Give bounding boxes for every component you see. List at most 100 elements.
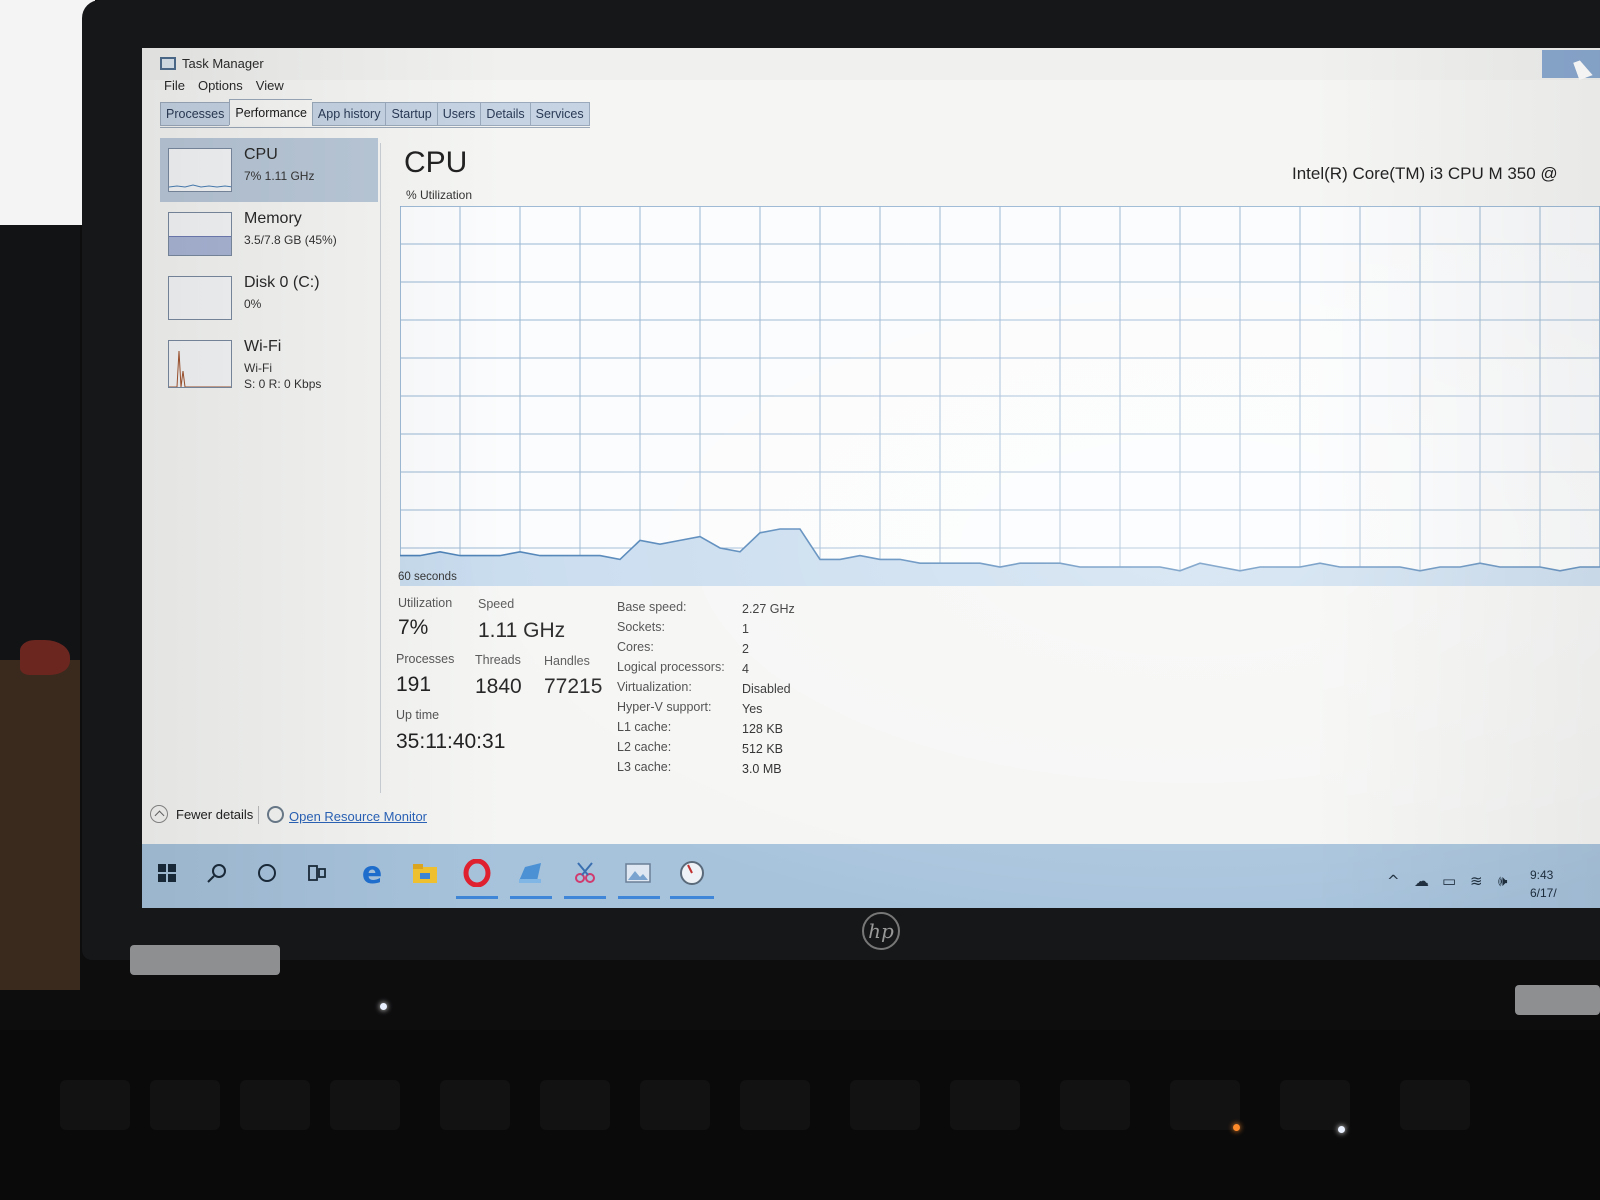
tab-services[interactable]: Services	[529, 102, 590, 126]
sidebar-wifi-label: Wi-Fi	[244, 338, 282, 355]
spec-value: 2	[742, 642, 749, 656]
keyboard-key	[740, 1080, 810, 1130]
spec-label: Logical processors:	[617, 660, 725, 674]
sidebar-memory-detail: 3.5/7.8 GB (45%)	[244, 233, 337, 247]
handles-label: Handles	[544, 654, 590, 668]
sidebar-disk-label: Disk 0 (C:)	[244, 274, 320, 291]
clock-date: 6/17/	[1530, 886, 1557, 900]
handles-value: 77215	[544, 675, 603, 698]
utilization-label: Utilization	[398, 596, 453, 610]
wifi-icon[interactable]: ≋	[1470, 872, 1483, 890]
keyboard-key	[330, 1080, 400, 1130]
menu-view[interactable]: View	[256, 78, 284, 98]
sidebar-wifi-throughput: S: 0 R: 0 Kbps	[244, 377, 322, 391]
fewer-details-button[interactable]: Fewer details	[176, 807, 253, 822]
sidebar-wifi-detail: Wi-Fi S: 0 R: 0 Kbps	[244, 360, 321, 392]
spec-value: 3.0 MB	[742, 762, 782, 776]
task-manager-icon[interactable]	[677, 858, 707, 888]
clock-time: 9:43	[1530, 868, 1554, 882]
cpu-model-name: Intel(R) Core(TM) i3 CPU M 350 @	[1292, 164, 1558, 183]
onedrive-cloud-icon[interactable]: ☁	[1414, 872, 1429, 890]
cpu-thumbnail-graph	[168, 148, 232, 192]
keyboard-key	[150, 1080, 220, 1130]
processes-value: 191	[396, 673, 432, 696]
windows-start-icon[interactable]	[152, 858, 182, 888]
page-title: CPU	[404, 146, 468, 179]
tab-performance[interactable]: Performance	[229, 99, 312, 125]
spec-label: Virtualization:	[617, 680, 692, 694]
sidebar-wifi-adapter: Wi-Fi	[244, 361, 272, 375]
keyboard-key	[1170, 1080, 1240, 1130]
task-manager-active-indicator	[670, 896, 714, 899]
processes-label: Processes	[396, 652, 455, 666]
tab-details[interactable]: Details	[480, 102, 530, 126]
sidebar-item-memory[interactable]: Memory 3.5/7.8 GB (45%)	[160, 202, 378, 266]
spec-label: L3 cache:	[617, 760, 672, 774]
spec-value: 1	[742, 622, 749, 636]
opera-icon[interactable]	[462, 858, 492, 888]
task-view-icon[interactable]	[302, 858, 332, 888]
laptop-hinge-right	[1515, 985, 1600, 1015]
spec-label: Hyper-V support:	[617, 700, 712, 714]
app-icon[interactable]	[515, 858, 545, 888]
keyboard-key	[1280, 1080, 1350, 1130]
sidebar-cpu-label: CPU	[244, 146, 278, 163]
close-button[interactable]	[1542, 50, 1600, 80]
tab-processes[interactable]: Processes	[160, 102, 230, 126]
tab-app-history[interactable]: App history	[311, 102, 386, 126]
edge-icon[interactable]: e	[357, 856, 387, 891]
tab-strip: Processes Performance App history Startu…	[160, 99, 590, 128]
uptime-label: Up time	[396, 708, 440, 722]
power-led	[380, 1003, 387, 1010]
utilization-value: 7%	[398, 616, 429, 639]
mute-led	[1233, 1124, 1240, 1131]
menu-options[interactable]: Options	[198, 78, 243, 98]
keyboard-key	[850, 1080, 920, 1130]
battery-icon[interactable]: ▭	[1442, 872, 1456, 890]
keyboard-key	[240, 1080, 310, 1130]
sidebar-cpu-detail: 7% 1.11 GHz	[244, 169, 315, 183]
speed-label: Speed	[478, 597, 515, 611]
speed-value: 1.11 GHz	[478, 619, 566, 642]
open-resource-monitor-link[interactable]: Open Resource Monitor	[289, 809, 427, 824]
sidebar-disk-detail: 0%	[244, 297, 262, 311]
file-explorer-icon[interactable]	[410, 858, 440, 888]
resource-monitor-icon	[267, 806, 284, 823]
task-manager-app-icon	[160, 57, 176, 70]
keyboard-key	[60, 1080, 130, 1130]
threads-label: Threads	[475, 653, 521, 667]
background-wall	[0, 0, 95, 225]
threads-value: 1840	[475, 675, 522, 698]
chevron-up-icon[interactable]	[150, 805, 168, 823]
desk-surface	[0, 660, 80, 990]
title-bar: Task Manager	[142, 48, 1600, 80]
chevron-up-icon[interactable]: ^	[1387, 872, 1400, 890]
window-title: Task Manager	[182, 56, 264, 71]
keyboard-key	[1400, 1080, 1470, 1130]
spec-label: Base speed:	[617, 600, 687, 614]
taskbar-clock[interactable]: 9:43 6/17/	[1530, 866, 1557, 902]
laptop-hinge-left	[130, 945, 280, 975]
spec-value: 128 KB	[742, 722, 784, 736]
spec-value: Disabled	[742, 682, 791, 696]
search-icon[interactable]	[202, 858, 232, 888]
spec-value: 512 KB	[742, 742, 784, 756]
footer-bar: Fewer details Open Resource Monitor	[142, 796, 1600, 838]
photos-icon[interactable]	[623, 858, 653, 888]
spec-value: 4	[742, 662, 749, 676]
menu-file[interactable]: File	[164, 78, 185, 98]
snipping-tool-icon[interactable]	[570, 858, 600, 888]
graph-utilization-label: % Utilization	[406, 188, 473, 202]
sidebar-item-wifi[interactable]: Wi-Fi Wi-Fi S: 0 R: 0 Kbps	[160, 330, 378, 400]
cortana-icon[interactable]	[252, 858, 282, 888]
sidebar-item-disk[interactable]: Disk 0 (C:) 0%	[160, 266, 378, 330]
sidebar-item-cpu[interactable]: CPU 7% 1.11 GHz	[160, 138, 378, 202]
tab-users[interactable]: Users	[436, 102, 481, 126]
keyboard-key	[1060, 1080, 1130, 1130]
graph-time-label: 60 seconds	[398, 571, 457, 583]
keyboard-key	[440, 1080, 510, 1130]
mouse-cursor-icon	[1573, 58, 1593, 80]
tab-startup[interactable]: Startup	[385, 102, 437, 126]
volume-icon[interactable]: 🕪	[1498, 872, 1507, 890]
memory-thumbnail-graph	[168, 212, 232, 256]
